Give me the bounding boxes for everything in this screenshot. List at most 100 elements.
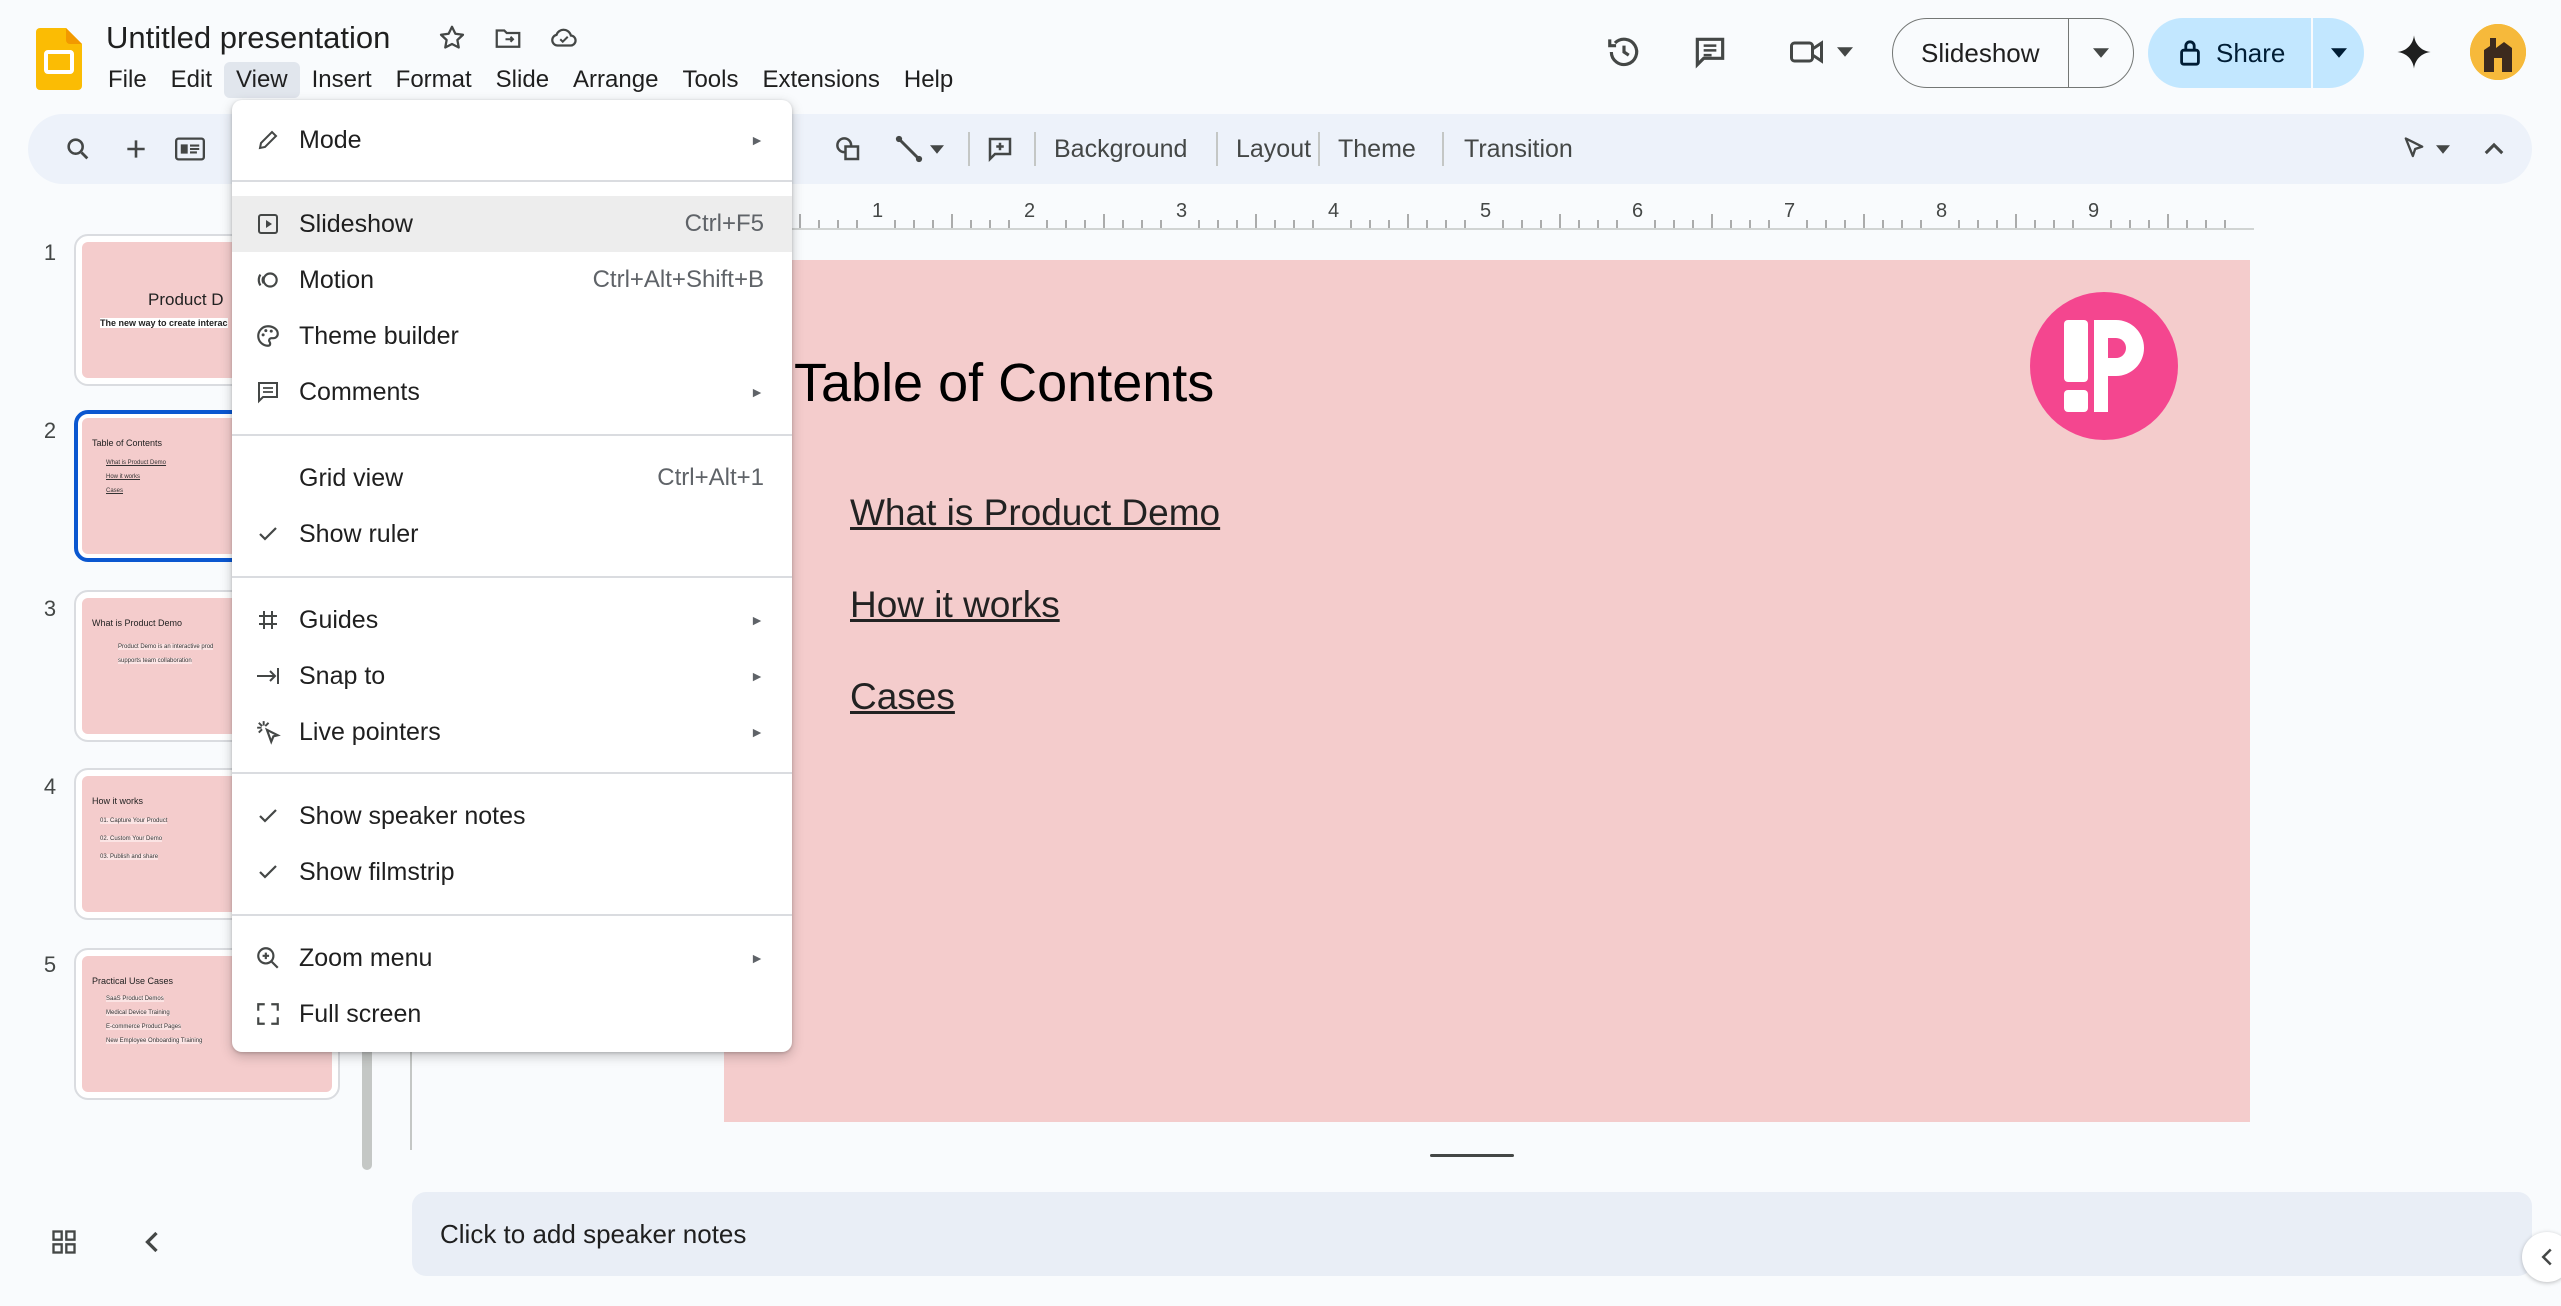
share-button[interactable]: Share bbox=[2148, 18, 2314, 88]
version-history-icon[interactable] bbox=[1600, 32, 1648, 72]
menu-option-slideshow[interactable]: Slideshow Ctrl+F5 bbox=[232, 196, 792, 252]
zoom-in-icon bbox=[254, 944, 282, 972]
speaker-notes-field[interactable]: Click to add speaker notes bbox=[412, 1192, 2532, 1276]
brand-logo-icon[interactable] bbox=[2030, 292, 2178, 440]
menu-option-zoom-menu[interactable]: Zoom menu ► bbox=[232, 930, 792, 986]
menu-option-mode[interactable]: Mode ► bbox=[232, 112, 792, 168]
background-label: Background bbox=[1054, 134, 1188, 163]
star-icon[interactable] bbox=[434, 20, 470, 56]
menu-edit[interactable]: Edit bbox=[159, 62, 224, 98]
new-slide-button[interactable] bbox=[116, 114, 156, 184]
chevron-up-icon bbox=[2484, 142, 2504, 155]
select-mode-button[interactable] bbox=[2390, 114, 2460, 184]
menu-format[interactable]: Format bbox=[384, 62, 484, 98]
theme-button[interactable]: Theme bbox=[1326, 114, 1428, 184]
slideshow-button[interactable]: Slideshow bbox=[1893, 19, 2069, 87]
menu-option-comments[interactable]: Comments ► bbox=[232, 364, 792, 420]
layout-label: Layout bbox=[1236, 134, 1312, 163]
caret-down-icon bbox=[2330, 48, 2347, 58]
menu-view[interactable]: View bbox=[224, 62, 300, 98]
share-dropdown[interactable] bbox=[2313, 18, 2364, 88]
slide-canvas[interactable]: Table of Contents What is Product Demo H… bbox=[724, 260, 2250, 1122]
caret-down-icon bbox=[2092, 48, 2109, 58]
submenu-arrow-icon: ► bbox=[750, 950, 764, 966]
slide-title[interactable]: Table of Contents bbox=[794, 352, 1214, 414]
gemini-icon[interactable] bbox=[2392, 30, 2436, 74]
menu-shortcut: Ctrl+Alt+Shift+B bbox=[592, 266, 764, 293]
thumb-line: How it works bbox=[106, 474, 141, 480]
insert-comment-button[interactable] bbox=[980, 114, 1020, 184]
thumb-subtitle: The new way to create interac bbox=[100, 318, 228, 328]
comment-icon bbox=[254, 378, 282, 406]
menu-insert[interactable]: Insert bbox=[300, 62, 384, 98]
transition-button[interactable]: Transition bbox=[1452, 114, 1585, 184]
layout-button[interactable] bbox=[170, 114, 210, 184]
menu-option-grid-view[interactable]: Grid view Ctrl+Alt+1 bbox=[232, 450, 792, 506]
menu-shortcut: Ctrl+F5 bbox=[684, 210, 764, 237]
collapse-filmstrip-button[interactable] bbox=[134, 1224, 170, 1260]
motion-icon bbox=[254, 266, 282, 294]
side-panel-toggle[interactable] bbox=[2522, 1232, 2561, 1282]
menu-option-show-ruler[interactable]: Show ruler bbox=[232, 506, 792, 562]
share-label: Share bbox=[2216, 37, 2286, 68]
menu-label: Mode bbox=[299, 125, 362, 154]
slide-link[interactable]: What is Product Demo bbox=[850, 492, 1220, 534]
thumb-line: Cases bbox=[106, 488, 124, 494]
menu-option-show-speaker-notes[interactable]: Show speaker notes bbox=[232, 788, 792, 844]
menu-arrange[interactable]: Arrange bbox=[561, 62, 670, 98]
move-folder-icon[interactable] bbox=[490, 20, 526, 56]
grid-view-button[interactable] bbox=[46, 1224, 82, 1260]
menu-option-show-filmstrip[interactable]: Show filmstrip bbox=[232, 844, 792, 900]
menu-option-theme-builder[interactable]: Theme builder bbox=[232, 308, 792, 364]
shape-button[interactable] bbox=[828, 114, 868, 184]
slide-number: 5 bbox=[43, 952, 57, 977]
menu-option-guides[interactable]: Guides ► bbox=[232, 592, 792, 648]
submenu-arrow-icon: ► bbox=[750, 132, 764, 148]
thumb-line: 02. Custom Your Demo bbox=[100, 836, 163, 842]
pencil-icon bbox=[254, 126, 282, 154]
search-menus-button[interactable] bbox=[58, 114, 98, 184]
menu-option-snap-to[interactable]: Snap to ► bbox=[232, 648, 792, 704]
ruler-label: 1 bbox=[872, 200, 884, 222]
submenu-arrow-icon: ► bbox=[750, 612, 764, 628]
menu-option-live-pointers[interactable]: Live pointers ► bbox=[232, 704, 792, 760]
thumb-line: supports team collaboration bbox=[118, 658, 192, 664]
document-title[interactable]: Untitled presentation bbox=[106, 20, 390, 56]
submenu-arrow-icon: ► bbox=[750, 668, 764, 684]
background-button[interactable]: Background bbox=[1042, 114, 1199, 184]
menu-label: Motion bbox=[299, 265, 375, 294]
menu-tools[interactable]: Tools bbox=[670, 62, 750, 98]
layout-menu-button[interactable]: Layout bbox=[1224, 114, 1323, 184]
hide-menus-button[interactable] bbox=[2474, 114, 2514, 184]
menu-file[interactable]: File bbox=[96, 62, 159, 98]
menu-slide[interactable]: Slide bbox=[484, 62, 561, 98]
check-icon bbox=[254, 520, 282, 548]
speaker-notes-placeholder: Click to add speaker notes bbox=[440, 1218, 747, 1249]
menu-extensions[interactable]: Extensions bbox=[750, 62, 891, 98]
thumb-title: Table of Contents bbox=[92, 438, 163, 448]
menu-label: Show ruler bbox=[299, 519, 419, 548]
slide-number: 2 bbox=[43, 418, 57, 443]
slide-link[interactable]: How it works bbox=[850, 584, 1060, 626]
notes-resize-handle[interactable] bbox=[1430, 1154, 1514, 1157]
slideshow-split-button: Slideshow bbox=[1892, 18, 2134, 88]
fullscreen-icon bbox=[254, 1000, 282, 1028]
meet-button[interactable] bbox=[1780, 30, 1860, 74]
chevron-left-icon bbox=[2541, 1248, 2552, 1266]
avatar[interactable] bbox=[2470, 24, 2526, 80]
comments-icon[interactable] bbox=[1686, 32, 1734, 72]
slideshow-dropdown[interactable] bbox=[2069, 19, 2133, 87]
share-split-button: Share bbox=[2148, 18, 2364, 88]
menu-help[interactable]: Help bbox=[892, 62, 965, 98]
ruler-label: 9 bbox=[2088, 200, 2100, 222]
submenu-arrow-icon: ► bbox=[750, 384, 764, 400]
ruler-label: 2 bbox=[1024, 200, 1036, 222]
slides-logo[interactable] bbox=[36, 28, 82, 90]
menu-option-motion[interactable]: Motion Ctrl+Alt+Shift+B bbox=[232, 252, 792, 308]
ruler-label: 8 bbox=[1936, 200, 1948, 222]
cloud-saved-icon[interactable] bbox=[546, 20, 582, 56]
line-button[interactable] bbox=[884, 114, 954, 184]
menu-option-full-screen[interactable]: Full screen bbox=[232, 986, 792, 1042]
plus-icon bbox=[127, 140, 145, 158]
slide-link[interactable]: Cases bbox=[850, 676, 955, 718]
